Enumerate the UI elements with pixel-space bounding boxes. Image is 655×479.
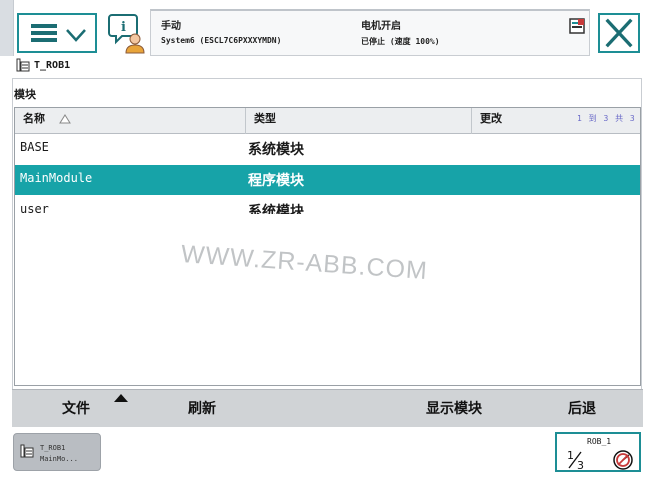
module-name: MainModule [20,171,93,185]
sort-ascending-icon [59,114,71,124]
taskbar: T_ROB1 MainMo... ROB_1 1 3 [0,427,655,479]
chevron-down-icon [66,29,86,42]
program-state: 已停止 (速度 100%) [361,37,440,46]
top-status-bar: i 手动 System6 (ESCL7C6PXXXYMDN) 电机开启 已停止 … [0,0,655,56]
close-button[interactable] [598,13,640,53]
taskbar-tab-line2: MainMo... [40,455,78,463]
file-menu-button[interactable]: 文件 [32,390,120,428]
main-menu-button[interactable] [17,13,97,53]
column-header-name[interactable]: 名称 [15,108,246,134]
table-row[interactable]: user 系统模块 [15,196,640,214]
task-name: T_ROB1 [34,60,71,71]
column-header-type[interactable]: 类型 [246,108,472,134]
quickset-button[interactable]: ROB_1 1 3 [555,432,641,472]
speed-gauge-icon [613,450,633,470]
system-name: System6 (ESCL7C6PXXXYMDN) [161,36,282,45]
column-header-label: 名称 [23,113,45,125]
column-header-label: 类型 [254,113,276,125]
module-table: 名称 类型 更改 1 到 3 共 3 BASE 系统模块 MainModule … [14,107,641,386]
close-icon [605,18,633,48]
show-module-button[interactable]: 显示模块 [404,390,504,428]
mechanical-unit-label: ROB_1 [587,437,612,446]
section-title: 模块 [14,89,36,101]
table-header: 名称 类型 更改 1 到 3 共 3 [15,108,640,134]
module-type: 程序模块 [248,172,304,188]
menu-bar-line [31,38,57,42]
one-third-icon: 1 3 [567,449,584,470]
task-header: T_ROB1 [14,58,644,78]
left-edge-strip [0,0,14,56]
module-type: 系统模块 [248,141,304,157]
svg-text:1: 1 [567,449,574,462]
task-program-icon [16,58,30,72]
module-type: 系统模块 [248,203,304,214]
table-row[interactable]: BASE 系统模块 [15,134,640,164]
task-program-icon [20,444,34,458]
table-row-selected[interactable]: MainModule 程序模块 [15,165,640,195]
menu-bar-line [31,24,57,28]
motor-state: 电机开启 [361,21,401,32]
page-indicator: 1 到 3 共 3 [577,114,636,123]
status-panel[interactable]: 手动 System6 (ESCL7C6PXXXYMDN) 电机开启 已停止 (速… [150,9,590,56]
svg-text:i: i [121,20,126,35]
back-button[interactable]: 后退 [542,390,622,428]
module-name: BASE [20,140,49,154]
info-person-icon[interactable]: i [106,12,146,54]
command-bar: 文件 刷新 显示模块 后退 [12,389,643,427]
refresh-button[interactable]: 刷新 [162,390,242,428]
taskbar-tab-program[interactable]: T_ROB1 MainMo... [13,433,101,471]
module-name: user [20,202,49,214]
taskbar-tab-line1: T_ROB1 [40,444,66,452]
menu-up-arrow-icon [114,394,128,402]
menu-bar-line [31,31,57,35]
svg-text:3: 3 [577,459,584,470]
operating-mode: 手动 [161,21,181,32]
event-log-icon [569,18,585,34]
column-header-label: 更改 [480,113,502,125]
